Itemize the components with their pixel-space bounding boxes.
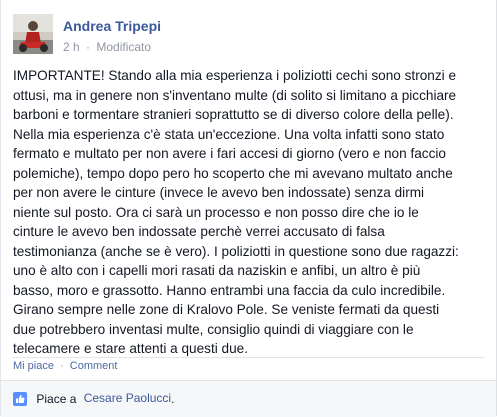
post-line: telecamere e stare attenti a questi due.: [13, 341, 249, 356]
likes-prefix: Piace a: [36, 391, 77, 406]
post-line: fermato e multato per non avere i fari a…: [13, 146, 446, 161]
post-line: ottusi, ma in genere non s'inventano mul…: [13, 87, 457, 103]
like-link[interactable]: Mi piace: [13, 360, 54, 372]
actions-divider: [13, 357, 484, 358]
profile-photo: [13, 14, 53, 54]
likes-summary: Piace a Cesare Paolucci.: [1, 380, 496, 417]
post-line: testimonianza (anche se è vero). I poliz…: [13, 243, 459, 259]
author-name[interactable]: Andrea Tripepi: [63, 18, 161, 34]
post-line: Girano sempre nelle zone di Kralovo Pole…: [13, 302, 440, 317]
post-actions: Mi piace · Comment: [13, 360, 117, 372]
post-line: IMPORTANTE! Stando alla mia esperienza i…: [13, 68, 456, 83]
post-line: basso, moro e grassotto. Hanno entrambi …: [13, 282, 446, 298]
post-line: per non avere le cinture (invece le avev…: [13, 185, 425, 200]
meta-separator: ·: [86, 39, 91, 54]
post-card: Andrea Tripepi 2 h · Modificato IMPORTAN…: [0, 0, 497, 417]
avatar[interactable]: [13, 14, 53, 54]
post-body: IMPORTANTE! Stando alla mia esperienza i…: [13, 66, 488, 359]
post-line: niente sul posto. Ora ci sarà un process…: [13, 204, 419, 220]
post-line: Nella mia esperienza c'è stata un'eccezi…: [13, 126, 445, 142]
likes-row: Piace a Cesare Paolucci.: [13, 391, 174, 406]
actions-separator: ·: [60, 360, 64, 372]
post-line: uno è alto con i capelli mori rasati da …: [13, 263, 421, 278]
comment-link[interactable]: Comment: [70, 360, 118, 372]
post-header: Andrea Tripepi 2 h · Modificato: [13, 10, 484, 56]
post-time[interactable]: 2 h: [63, 40, 80, 54]
post-line: due potrebbero inventasi multe, consigli…: [13, 321, 414, 337]
likes-suffix: .: [171, 391, 175, 406]
post-line: cinture le avevo ben indossate perchè ve…: [13, 224, 385, 239]
post-meta: 2 h · Modificato: [63, 39, 151, 54]
liker-name-link[interactable]: Cesare Paolucci: [84, 391, 171, 405]
post-line: polemiche), tempo dopo pero ho scoperto …: [13, 165, 453, 181]
post-line: barboni e tormentare stranieri soprattut…: [13, 107, 454, 122]
thumbs-up-icon: [13, 391, 27, 406]
edited-label[interactable]: Modificato: [96, 40, 151, 54]
